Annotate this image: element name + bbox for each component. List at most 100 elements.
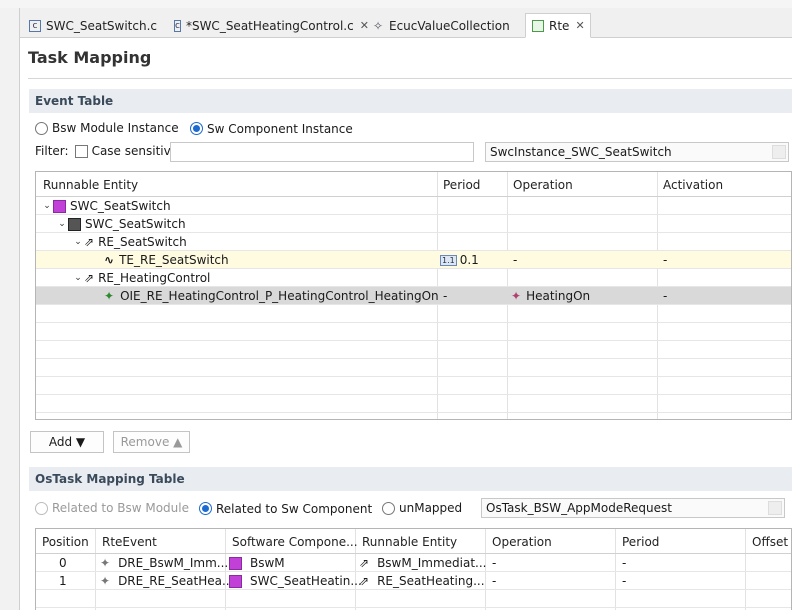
swc-instance-icon bbox=[229, 574, 242, 588]
runnable-icon: ⇗ bbox=[84, 235, 95, 249]
period-cell: 1.1 0.1 bbox=[440, 251, 479, 269]
add-button[interactable]: Add ▼ bbox=[30, 431, 104, 453]
chevron-down-icon[interactable]: ⌄ bbox=[41, 201, 53, 211]
component-cell: SWC_SeatHeatin... bbox=[229, 572, 362, 590]
ostask-select[interactable]: OsTask_BSW_AppModeRequest bbox=[481, 498, 785, 518]
chevron-down-icon[interactable]: ⌄ bbox=[72, 237, 84, 247]
table-row[interactable]: 1 ✦ DRE_RE_SeatHea... SWC_SeatHeatin... … bbox=[36, 572, 791, 590]
radio-button-icon[interactable] bbox=[35, 501, 48, 515]
empty-row bbox=[36, 341, 791, 359]
tab-label: EcucValueCollection bbox=[389, 18, 510, 33]
column-header[interactable]: Position bbox=[42, 530, 89, 554]
activation-cell: - bbox=[663, 253, 668, 267]
operation-cell: - bbox=[492, 574, 497, 588]
radio-button-icon[interactable] bbox=[382, 501, 395, 515]
column-header[interactable]: Operation bbox=[492, 530, 552, 554]
column-header[interactable]: RteEvent bbox=[102, 530, 157, 554]
dropdown-icon[interactable] bbox=[768, 501, 782, 515]
swc-instance-select[interactable]: SwcInstance_SWC_SeatSwitch bbox=[485, 142, 789, 162]
page-title: Task Mapping bbox=[28, 48, 152, 67]
tree-row-selected[interactable]: ✦ OIE_RE_HeatingControl_P_HeatingControl… bbox=[36, 287, 791, 305]
table-row[interactable]: 0 ✦ DRE_BswM_Imm... BswM ⇗ BswM_Immediat… bbox=[36, 554, 791, 572]
tree-label: SWC_SeatSwitch bbox=[85, 217, 186, 231]
runnable-value: RE_SeatHeating... bbox=[377, 574, 485, 588]
ostask-value: OsTask_BSW_AppModeRequest bbox=[486, 501, 672, 515]
tree-item-runnable: ⌄ ⇗ RE_SeatSwitch bbox=[72, 233, 187, 251]
period-cell: - bbox=[443, 289, 448, 303]
radio-button-icon[interactable] bbox=[35, 121, 48, 135]
rte-event-cell: ✦ DRE_BswM_Imm... bbox=[100, 554, 228, 572]
column-header[interactable]: Period bbox=[443, 173, 480, 197]
chevron-down-icon[interactable]: ⌄ bbox=[72, 273, 84, 283]
operation-icon: ✦ bbox=[511, 289, 522, 303]
tree-label: TE_RE_SeatSwitch bbox=[119, 253, 229, 267]
tree-label: OIE_RE_HeatingControl_P_HeatingControl_H… bbox=[120, 289, 439, 303]
column-header[interactable]: Runnable Entity bbox=[362, 530, 457, 554]
tree-row[interactable]: ⌄ SWC_SeatSwitch bbox=[36, 197, 791, 215]
tab-ecucvaluecollection[interactable]: ✧ EcucValueCollection bbox=[365, 13, 525, 38]
radio-label: Bsw Module Instance bbox=[52, 121, 179, 135]
component-cell: BswM bbox=[229, 554, 285, 572]
column-header[interactable]: Offset bbox=[752, 530, 788, 554]
component-value: SWC_SeatHeatin... bbox=[250, 574, 362, 588]
c-file-icon: c bbox=[29, 19, 41, 32]
tab-rte[interactable]: Rte ✕ bbox=[525, 13, 591, 38]
runnable-cell: ⇗ RE_SeatHeating... bbox=[359, 572, 485, 590]
close-icon[interactable]: ✕ bbox=[575, 19, 584, 32]
radio-related-bsw-module[interactable]: Related to Bsw Module bbox=[35, 501, 189, 518]
timing-event-icon: ∿ bbox=[104, 253, 115, 267]
tree-row-highlighted[interactable]: ∿ TE_RE_SeatSwitch 1.1 0.1 - - bbox=[36, 251, 791, 269]
runnable-icon: ⇗ bbox=[359, 556, 370, 570]
radio-related-sw-component[interactable]: Related to Sw Component bbox=[199, 501, 372, 516]
tree-item-operation-event: ✦ OIE_RE_HeatingControl_P_HeatingControl… bbox=[104, 287, 439, 305]
position-cell: 1 bbox=[59, 574, 67, 588]
number-icon: 1.1 bbox=[440, 254, 457, 266]
title-divider bbox=[28, 78, 792, 79]
column-header[interactable]: Runnable Entity bbox=[43, 173, 138, 197]
component-value: BswM bbox=[250, 556, 285, 570]
event-icon: ✦ bbox=[100, 556, 111, 570]
editor-tab-bar: c SWC_SeatSwitch.c c *SWC_SeatHeatingCon… bbox=[20, 8, 792, 38]
chevron-down-icon[interactable]: ⌄ bbox=[56, 219, 68, 229]
tree-label: RE_SeatSwitch bbox=[98, 235, 187, 249]
radio-unmapped[interactable]: unMapped bbox=[382, 501, 462, 518]
column-header[interactable]: Period bbox=[622, 530, 659, 554]
operation-value: HeatingOn bbox=[526, 289, 591, 303]
tab-swc-seatheatingcontrol[interactable]: c *SWC_SeatHeatingControl.c ✕ bbox=[167, 13, 369, 38]
case-sensitive-checkbox[interactable] bbox=[74, 144, 88, 158]
empty-row bbox=[36, 359, 791, 377]
tab-label: SWC_SeatSwitch.c bbox=[46, 18, 158, 33]
radio-button-selected-icon[interactable] bbox=[190, 122, 203, 135]
filter-input[interactable] bbox=[170, 142, 474, 162]
event-icon: ✦ bbox=[100, 574, 111, 588]
tree-row[interactable]: ⌄ ⇗ RE_HeatingControl bbox=[36, 269, 791, 287]
tab-swc-seatswitch[interactable]: c SWC_SeatSwitch.c bbox=[22, 13, 167, 38]
event-table-header: Event Table bbox=[29, 89, 792, 113]
component-icon bbox=[68, 217, 81, 231]
dropdown-icon[interactable] bbox=[772, 145, 786, 159]
empty-row bbox=[36, 377, 791, 395]
remove-button[interactable]: Remove ▲ bbox=[113, 431, 190, 453]
ostask-table: Position RteEvent Software Compone... Ru… bbox=[35, 528, 792, 610]
swc-instance-icon bbox=[53, 199, 66, 213]
column-header[interactable]: Software Compone... bbox=[232, 530, 358, 554]
empty-row bbox=[36, 590, 791, 608]
column-header[interactable]: Activation bbox=[663, 173, 723, 197]
tree-row[interactable]: ⌄ ⇗ RE_SeatSwitch bbox=[36, 233, 791, 251]
tree-item-component: ⌄ SWC_SeatSwitch bbox=[56, 215, 186, 233]
left-panel-strip bbox=[0, 8, 20, 610]
ostask-table-header: OsTask Mapping Table bbox=[29, 467, 792, 491]
period-cell: - bbox=[622, 574, 627, 588]
rte-icon bbox=[532, 19, 544, 32]
instance-value: SwcInstance_SWC_SeatSwitch bbox=[490, 145, 672, 159]
tree-row[interactable]: ⌄ SWC_SeatSwitch bbox=[36, 215, 791, 233]
operation-cell: ✦ HeatingOn bbox=[511, 287, 590, 305]
radio-label: Related to Sw Component bbox=[216, 501, 373, 516]
activation-cell: - bbox=[663, 289, 668, 303]
tree-item-runnable: ⌄ ⇗ RE_HeatingControl bbox=[72, 269, 210, 287]
radio-bsw-module-instance[interactable]: Bsw Module Instance bbox=[35, 121, 179, 138]
radio-button-selected-icon[interactable] bbox=[199, 502, 212, 515]
column-header[interactable]: Operation bbox=[513, 173, 573, 197]
runnable-value: BswM_Immediat... bbox=[377, 556, 487, 570]
radio-sw-component-instance[interactable]: Sw Component Instance bbox=[190, 121, 353, 136]
